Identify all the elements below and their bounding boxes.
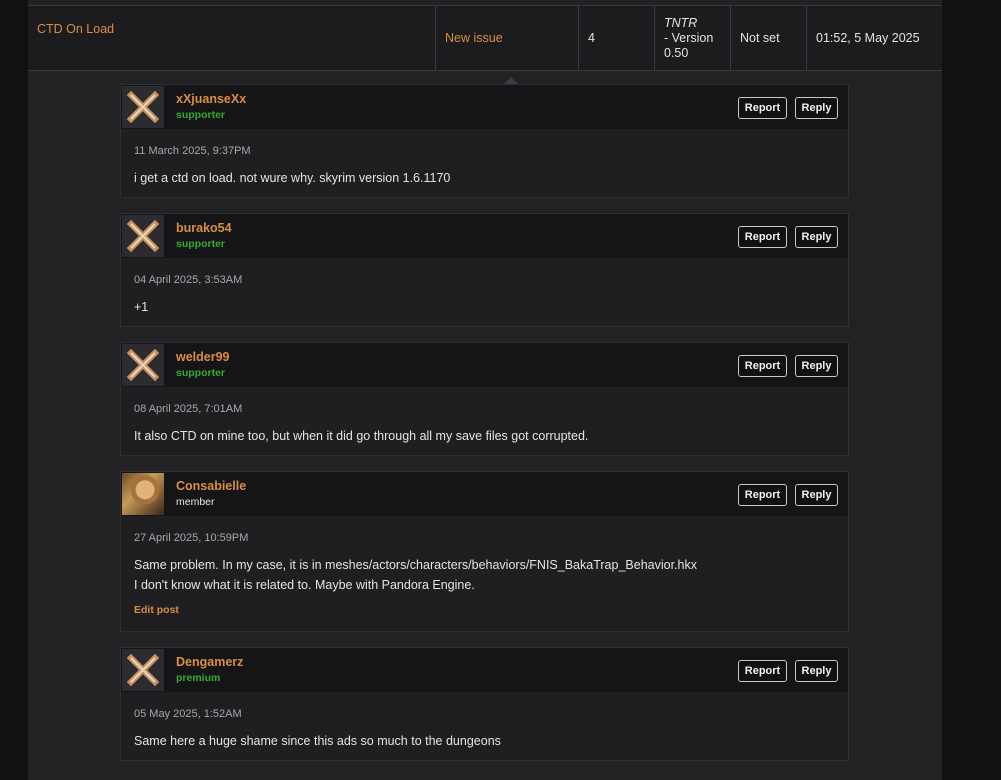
issue-priority-cell: Not set: [730, 6, 807, 70]
comment-header: burako54 supporter Report Reply: [121, 214, 848, 258]
issue-title[interactable]: CTD On Load: [37, 22, 114, 36]
default-avatar-icon[interactable]: [122, 344, 164, 386]
comment-author[interactable]: burako54: [176, 221, 232, 235]
comment-date: 04 April 2025, 3:53AM: [134, 274, 243, 286]
issue-updated-cell: 01:52, 5 May 2025: [806, 6, 943, 70]
comment: burako54 supporter Report Reply 04 April…: [120, 213, 849, 327]
issue-priority: Not set: [740, 31, 780, 45]
comment-text: Same here a huge shame since this ads so…: [134, 734, 501, 748]
edit-post-link[interactable]: Edit post: [134, 604, 179, 616]
issue-last-updated: 01:52, 5 May 2025: [816, 31, 920, 45]
comment-header: Consabielle member Report Reply: [121, 472, 848, 516]
report-button[interactable]: Report: [738, 355, 787, 377]
reply-button[interactable]: Reply: [795, 97, 838, 119]
issue-row[interactable]: CTD On Load New issue 4 TNTR - Version 0…: [28, 5, 942, 71]
issue-status: New issue: [445, 31, 503, 45]
reply-button[interactable]: Reply: [795, 226, 838, 248]
comment-role: supporter: [176, 367, 226, 379]
comment: Dengamerz premium Report Reply 05 May 20…: [120, 647, 849, 761]
issue-status-cell: New issue: [435, 6, 579, 70]
user-avatar[interactable]: [122, 473, 164, 515]
comment-text: It also CTD on mine too, but when it did…: [134, 429, 589, 443]
comment-date: 05 May 2025, 1:52AM: [134, 708, 242, 720]
default-avatar-icon[interactable]: [122, 215, 164, 257]
comment-role: supporter: [176, 109, 226, 121]
comment-author[interactable]: Dengamerz: [176, 655, 243, 669]
report-button[interactable]: Report: [738, 484, 787, 506]
issue-replies-cell: 4: [578, 6, 655, 70]
comment-text: +1: [134, 300, 149, 314]
comment-text-line: Same problem. In my case, it is in meshe…: [134, 558, 697, 572]
issue-version-label: - Version 0.50: [664, 31, 714, 60]
issue-version-mod: TNTR: [664, 16, 698, 30]
comment-header: Dengamerz premium Report Reply: [121, 648, 848, 692]
comment-role: member: [176, 496, 215, 508]
comment-header: welder99 supporter Report Reply: [121, 343, 848, 387]
report-button[interactable]: Report: [738, 226, 787, 248]
issue-version-cell: TNTR - Version 0.50: [654, 6, 731, 70]
comment: xXjuanseXx supporter Report Reply 11 Mar…: [120, 84, 849, 198]
default-avatar-icon[interactable]: [122, 86, 164, 128]
reply-button[interactable]: Reply: [795, 484, 838, 506]
comment: Consabielle member Report Reply 27 April…: [120, 471, 849, 632]
reply-button[interactable]: Reply: [795, 355, 838, 377]
comment-text: Same problem. In my case, it is in meshe…: [134, 555, 697, 595]
issue-replies-count: 4: [588, 31, 595, 45]
comment-date: 11 March 2025, 9:37PM: [134, 145, 251, 157]
comment-author[interactable]: xXjuanseXx: [176, 92, 246, 106]
comment: welder99 supporter Report Reply 08 April…: [120, 342, 849, 456]
comment-role: supporter: [176, 238, 226, 250]
default-avatar-icon[interactable]: [122, 649, 164, 691]
comment-role: premium: [176, 672, 221, 684]
comment-author[interactable]: Consabielle: [176, 479, 246, 493]
report-button[interactable]: Report: [738, 97, 787, 119]
comment-author[interactable]: welder99: [176, 350, 230, 364]
comment-header: xXjuanseXx supporter Report Reply: [121, 85, 848, 129]
comment-date: 08 April 2025, 7:01AM: [134, 403, 243, 415]
comment-date: 27 April 2025, 10:59PM: [134, 532, 249, 544]
report-button[interactable]: Report: [738, 660, 787, 682]
comment-text: i get a ctd on load. not wure why. skyri…: [134, 171, 451, 185]
reply-button[interactable]: Reply: [795, 660, 838, 682]
comment-text-line: I don't know what it is related to. Mayb…: [134, 578, 475, 592]
